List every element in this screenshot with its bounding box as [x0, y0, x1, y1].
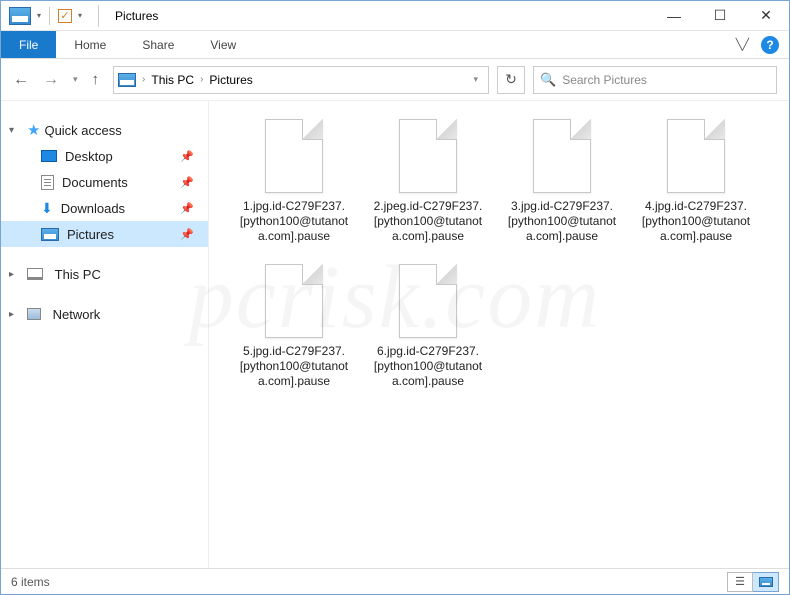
view-switcher: ☰ — [727, 572, 779, 592]
chevron-right-icon[interactable]: ▸ — [9, 269, 23, 280]
file-name: 1.jpg.id-C279F237.[python100@tutanota.co… — [239, 199, 349, 244]
tab-home[interactable]: Home — [56, 31, 124, 58]
icons-view-button[interactable] — [753, 572, 779, 592]
tree-label: This PC — [55, 267, 101, 282]
search-box[interactable]: 🔍 — [533, 66, 777, 94]
file-item[interactable]: 4.jpg.id-C279F237.[python100@tutanota.co… — [641, 119, 751, 244]
file-name: 3.jpg.id-C279F237.[python100@tutanota.co… — [507, 199, 617, 244]
nav-arrows: ← → ▾ ↑ — [13, 71, 105, 89]
breadcrumb-item[interactable]: Pictures — [209, 73, 252, 87]
file-name: 5.jpg.id-C279F237.[python100@tutanota.co… — [239, 344, 349, 389]
tree-network[interactable]: ▸ Network — [1, 301, 208, 327]
statusbar: 6 items ☰ — [1, 568, 789, 594]
file-icon — [667, 119, 725, 193]
file-name: 4.jpg.id-C279F237.[python100@tutanota.co… — [641, 199, 751, 244]
ribbon: File Home Share View ╲╱ ? — [1, 31, 789, 59]
breadcrumb-item[interactable]: This PC — [151, 73, 194, 87]
minimize-button[interactable]: — — [651, 1, 697, 31]
sidebar-item-label: Documents — [62, 175, 128, 190]
tab-share[interactable]: Share — [124, 31, 192, 58]
file-item[interactable]: 5.jpg.id-C279F237.[python100@tutanota.co… — [239, 264, 349, 389]
address-dropdown-icon[interactable]: ▾ — [473, 74, 478, 85]
file-item[interactable]: 3.jpg.id-C279F237.[python100@tutanota.co… — [507, 119, 617, 244]
file-tab[interactable]: File — [1, 31, 56, 58]
file-item[interactable]: 1.jpg.id-C279F237.[python100@tutanota.co… — [239, 119, 349, 244]
back-button[interactable]: ← — [13, 71, 29, 89]
file-icon — [265, 119, 323, 193]
separator — [98, 5, 99, 27]
search-input[interactable] — [562, 73, 770, 87]
chevron-right-icon[interactable]: › — [140, 74, 147, 85]
chevron-down-icon[interactable]: ▾ — [9, 125, 23, 136]
location-icon — [118, 73, 136, 87]
pin-icon: 📌 — [180, 150, 194, 163]
close-button[interactable]: ✕ — [743, 1, 789, 31]
history-dropdown-icon[interactable]: ▾ — [73, 74, 78, 85]
app-dropdown-icon[interactable]: ▾ — [37, 11, 41, 20]
file-name: 2.jpeg.id-C279F237.[python100@tutanota.c… — [373, 199, 483, 244]
tab-view[interactable]: View — [192, 31, 254, 58]
details-view-button[interactable]: ☰ — [727, 572, 753, 592]
tree-quick-access[interactable]: ▾ ★ Quick access — [1, 117, 208, 143]
address-bar[interactable]: › This PC › Pictures ▾ — [113, 66, 489, 94]
pin-icon: 📌 — [180, 202, 194, 215]
file-grid: 1.jpg.id-C279F237.[python100@tutanota.co… — [239, 119, 779, 389]
documents-icon — [41, 175, 54, 190]
sidebar-item-label: Pictures — [67, 227, 114, 242]
pc-icon — [27, 268, 43, 280]
sidebar-item-desktop[interactable]: Desktop 📌 — [1, 143, 208, 169]
app-icon — [9, 7, 31, 25]
qat-dropdown-icon[interactable]: ▾ — [78, 11, 82, 20]
network-icon — [27, 308, 41, 320]
maximize-button[interactable]: ☐ — [697, 1, 743, 31]
chevron-right-icon[interactable]: ▸ — [9, 309, 23, 320]
pin-icon: 📌 — [180, 176, 194, 189]
forward-button[interactable]: → — [43, 71, 59, 89]
refresh-button[interactable]: ↻ — [497, 66, 525, 94]
main: ▾ ★ Quick access Desktop 📌 Documents 📌 ⬇… — [1, 101, 789, 568]
tree-label: Network — [53, 307, 101, 322]
window-title: Pictures — [115, 9, 158, 23]
file-name: 6.jpg.id-C279F237.[python100@tutanota.co… — [373, 344, 483, 389]
sidebar-item-downloads[interactable]: ⬇ Downloads 📌 — [1, 195, 208, 221]
titlebar: ▾ ✓ ▾ Pictures — ☐ ✕ — [1, 1, 789, 31]
file-icon — [399, 264, 457, 338]
separator — [49, 7, 50, 25]
qat-properties-icon[interactable]: ✓ — [58, 9, 72, 23]
up-button[interactable]: ↑ — [92, 71, 100, 88]
file-item[interactable]: 6.jpg.id-C279F237.[python100@tutanota.co… — [373, 264, 483, 389]
sidebar-item-label: Downloads — [61, 201, 125, 216]
nav-pane: ▾ ★ Quick access Desktop 📌 Documents 📌 ⬇… — [1, 101, 209, 568]
file-icon — [265, 264, 323, 338]
file-icon — [399, 119, 457, 193]
file-item[interactable]: 2.jpeg.id-C279F237.[python100@tutanota.c… — [373, 119, 483, 244]
content-pane[interactable]: 1.jpg.id-C279F237.[python100@tutanota.co… — [209, 101, 789, 568]
file-icon — [533, 119, 591, 193]
sidebar-item-label: Desktop — [65, 149, 113, 164]
qat: ▾ ✓ ▾ Pictures — [1, 5, 158, 27]
search-icon: 🔍 — [540, 72, 556, 88]
tree-label: Quick access — [44, 123, 121, 138]
window-controls: — ☐ ✕ — [651, 1, 789, 31]
chevron-right-icon[interactable]: › — [198, 74, 205, 85]
tree-this-pc[interactable]: ▸ This PC — [1, 261, 208, 287]
sidebar-item-documents[interactable]: Documents 📌 — [1, 169, 208, 195]
desktop-icon — [41, 150, 57, 162]
navbar: ← → ▾ ↑ › This PC › Pictures ▾ ↻ 🔍 — [1, 59, 789, 101]
expand-ribbon-icon[interactable]: ╲╱ — [736, 38, 749, 51]
help-icon[interactable]: ? — [761, 36, 779, 54]
pictures-icon — [41, 228, 59, 241]
status-count: 6 items — [11, 575, 50, 589]
downloads-icon: ⬇ — [41, 200, 53, 217]
star-icon: ★ — [27, 121, 40, 139]
sidebar-item-pictures[interactable]: Pictures 📌 — [1, 221, 208, 247]
pin-icon: 📌 — [180, 228, 194, 241]
